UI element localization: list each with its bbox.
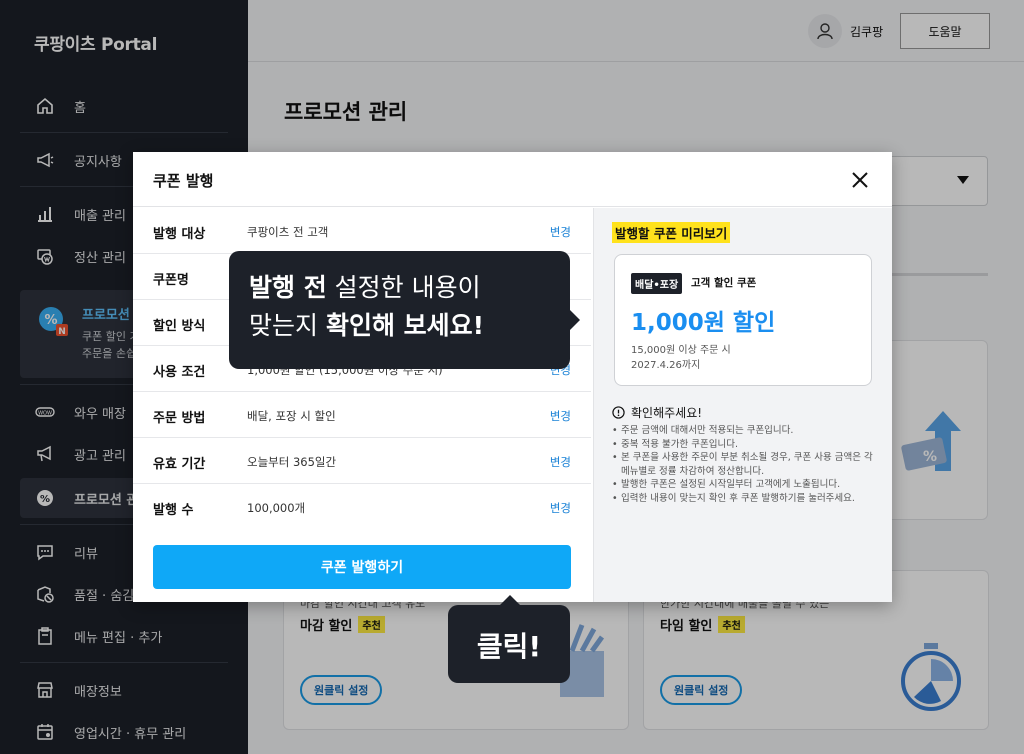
setting-row-quantity: 발행 수 100,000개 변경 (133, 484, 591, 530)
change-link[interactable]: 변경 (550, 408, 571, 424)
notice-list: 주문 금액에 대해서만 적용되는 쿠폰입니다. 중복 적용 불가한 쿠폰입니다.… (612, 424, 880, 505)
coupon-type: 고객 할인 쿠폰 (691, 277, 757, 289)
coupon-preview-card: 배달•포장 고객 할인 쿠폰 1,000원 할인 15,000원 이상 주문 시… (614, 254, 872, 386)
change-link[interactable]: 변경 (550, 224, 571, 240)
modal-header: 쿠폰 발행 (133, 152, 892, 207)
coupon-issue-modal: 쿠폰 발행 발행 대상 쿠팡이츠 전 고객 변경 쿠폰명 할인 방식 사용 조건… (133, 152, 892, 602)
notice-item: 중복 적용 불가한 쿠폰입니다. (612, 438, 880, 452)
tooltip-arrow (500, 595, 520, 605)
row-value: 쿠팡이츠 전 고객 (247, 225, 329, 239)
notice-item: 주문 금액에 대해서만 적용되는 쿠폰입니다. (612, 424, 880, 438)
coupon-conditions: 15,000원 이상 주문 시 2027.4.26까지 (631, 345, 731, 371)
row-value: 100,000개 (247, 501, 306, 515)
notice-item: 입력한 내용이 맞는지 확인 후 쿠폰 발행하기를 눌러주세요. (612, 492, 880, 506)
row-label: 주문 방법 (153, 411, 206, 426)
row-value: 오늘부터 365일간 (247, 455, 337, 469)
coupon-preview-panel: 발행할 쿠폰 미리보기 배달•포장 고객 할인 쿠폰 1,000원 할인 15,… (593, 208, 892, 602)
issue-coupon-button[interactable]: 쿠폰 발행하기 (153, 545, 571, 589)
delivery-pickup-tag: 배달•포장 (631, 273, 683, 294)
check-settings-tooltip: 발행 전 설정한 내용이 맞는지 확인해 보세요! (229, 251, 580, 369)
row-label: 유효 기간 (153, 457, 206, 472)
change-link[interactable]: 변경 (550, 454, 571, 470)
setting-row-target: 발행 대상 쿠팡이츠 전 고객 변경 (133, 208, 591, 254)
close-icon[interactable] (848, 168, 872, 192)
click-tooltip: 클릭! (448, 595, 570, 683)
info-icon (612, 406, 625, 419)
modal-title: 쿠폰 발행 (153, 172, 214, 190)
row-label: 발행 수 (153, 503, 194, 518)
setting-row-validity: 유효 기간 오늘부터 365일간 변경 (133, 438, 591, 484)
row-label: 발행 대상 (153, 227, 206, 242)
notice-item: 발행한 쿠폰은 설정된 시작일부터 고객에게 노출됩니다. (612, 478, 880, 492)
notice-item: 본 쿠폰을 사용한 주문이 부분 취소될 경우, 쿠폰 사용 금액은 각 메뉴별… (612, 451, 880, 478)
preview-title: 발행할 쿠폰 미리보기 (612, 222, 731, 243)
row-label: 할인 방식 (153, 319, 206, 334)
notice-heading: 확인해주세요! (612, 404, 702, 421)
row-value: 배달, 포장 시 할인 (247, 409, 336, 423)
row-label: 사용 조건 (153, 365, 206, 380)
change-link[interactable]: 변경 (550, 500, 571, 516)
coupon-amount: 1,000원 할인 (631, 310, 776, 336)
row-label: 쿠폰명 (153, 273, 189, 288)
tooltip-arrow (570, 310, 580, 330)
setting-row-order-method: 주문 방법 배달, 포장 시 할인 변경 (133, 392, 591, 438)
